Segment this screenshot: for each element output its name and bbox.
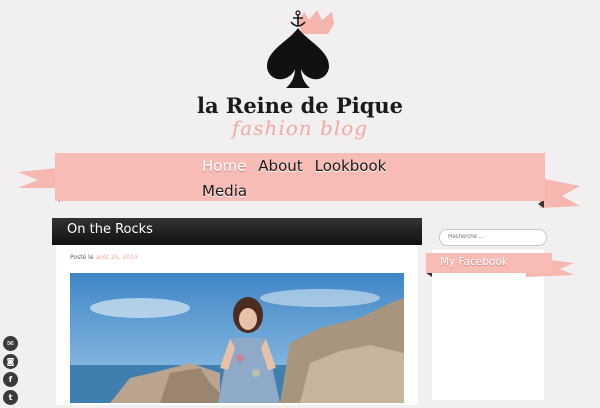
- nav-item-lookbook[interactable]: Lookbook: [315, 154, 387, 179]
- beach-rocks-photo[interactable]: [70, 273, 404, 403]
- social-bar: ✉ ◙ f t: [3, 336, 19, 408]
- post-date[interactable]: août 25, 2014: [95, 254, 137, 261]
- nav-item-about[interactable]: About: [258, 154, 302, 179]
- post-title-bar: On the Rocks: [52, 218, 422, 245]
- post-meta-prefix: Posté le: [70, 254, 94, 261]
- search-input[interactable]: [439, 229, 547, 246]
- site-title[interactable]: la Reine de Pique: [0, 93, 600, 118]
- nav-item-media[interactable]: Media: [202, 179, 247, 204]
- post-meta: Posté le août 25, 2014: [70, 254, 138, 261]
- spade-crown-icon: [267, 10, 334, 88]
- widget-title: My Facebook: [440, 256, 508, 268]
- facebook-icon[interactable]: f: [3, 372, 18, 387]
- twitter-icon[interactable]: t: [3, 390, 18, 405]
- post-body: Posté le août 25, 2014: [56, 245, 418, 405]
- main-nav: Home About Lookbook Media: [202, 154, 502, 204]
- site-subtitle: fashion blog: [231, 116, 369, 140]
- post-title[interactable]: On the Rocks: [67, 222, 153, 237]
- nav-item-home[interactable]: Home: [202, 154, 246, 179]
- instagram-icon[interactable]: ◙: [3, 354, 18, 369]
- site-logo[interactable]: la Reine de Pique fashion blog: [0, 0, 600, 150]
- email-icon[interactable]: ✉: [3, 336, 18, 351]
